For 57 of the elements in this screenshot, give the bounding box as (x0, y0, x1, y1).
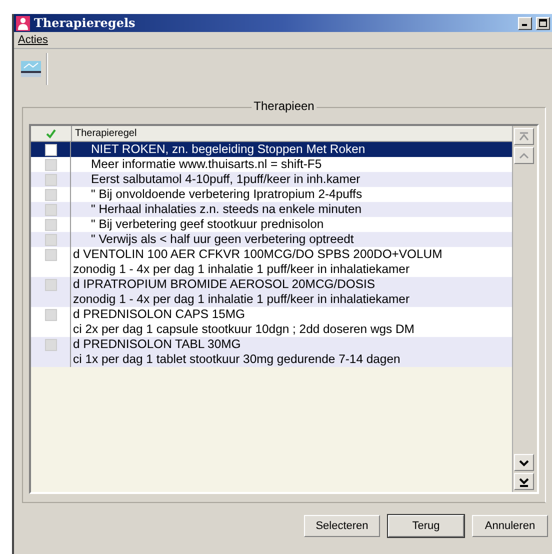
scroll-up-button[interactable] (514, 147, 534, 164)
table-cell: NIET ROKEN, zn. begeleiding Stoppen Met Roken (91, 142, 366, 157)
checkbox[interactable] (44, 159, 56, 171)
table-row[interactable]: Meer informatie www.thuisarts.nl = shift-F5 (31, 157, 512, 172)
table-row[interactable]: " Herhaal inhalaties z.n. steeds na enkele minuten (31, 202, 512, 217)
chevron-up-icon (519, 150, 529, 160)
table-cell: Eerst salbutamol 4-10puff, 1puff/keer in inh.kamer (91, 172, 360, 187)
table-cell: ci 2x per dag 1 capsule stootkuur 10dgn ; 2dd doseren wgs DM (73, 322, 414, 337)
table-cell-text: d PREDNISOLON CAPS 15MG (73, 307, 246, 322)
dialog-button[interactable]: Annuleren (472, 515, 548, 537)
table-cell: ci 1x per dag 1 tablet stootkuur 30mg gedurende 7-14 dagen (73, 352, 400, 367)
scroll-bottom-icon (519, 476, 529, 486)
chart-icon (20, 60, 42, 78)
scroll-top-button[interactable] (514, 128, 534, 145)
table-cell: d VENTOLIN 100 AER CFKVR 100MCG/DO SPBS 200DO+VOLUM (73, 247, 442, 262)
table-cell-text: d PREDNISOLON TABL 30MG (73, 337, 242, 352)
table-row[interactable]: NIET ROKEN, zn. begeleiding Stoppen Met Roken (31, 142, 512, 157)
table-cell: zonodig 1 - 4x per dag 1 inhalatie 1 puff/keer in inhalatiekamer (73, 292, 410, 307)
maximize-button[interactable] (536, 16, 550, 30)
menu-item[interactable]: Acties (18, 34, 48, 46)
table-cell: " Bij verbetering geef stootkuur prednisolon (91, 217, 324, 232)
table-row[interactable]: Eerst salbutamol 4-10puff, 1puff/keer in inh.kamer (31, 172, 512, 187)
checkbox[interactable] (44, 234, 56, 246)
column-header[interactable]: Therapieregel (72, 126, 137, 141)
checkmark-icon (46, 128, 56, 138)
scroll-bottom-button[interactable] (514, 473, 534, 490)
maximize-icon (539, 19, 547, 27)
table-row[interactable]: " Verwijs als < half uur geen verbetering optreedt (31, 232, 512, 247)
scroll-down-button[interactable] (514, 454, 534, 471)
chevron-down-icon (519, 458, 529, 468)
checkbox[interactable] (44, 174, 56, 186)
scrollbar[interactable] (512, 126, 537, 492)
checkbox[interactable] (44, 249, 56, 261)
checkbox[interactable] (44, 204, 56, 216)
table-cell: " Verwijs als < half uur geen verbetering optreedt (91, 232, 354, 247)
table-cell: " Bij onvoldoende verbetering Ipratropium 2-4puffs (91, 187, 362, 202)
dialog-button[interactable]: Selecteren (304, 515, 380, 537)
checkbox[interactable] (44, 189, 56, 201)
table-cell: " Herhaal inhalaties z.n. steeds na enkele minuten (91, 202, 362, 217)
table-row[interactable]: " Bij verbetering geef stootkuur prednisolon (31, 217, 512, 232)
table-cell-text: d IPRATROPIUM BROMIDE AEROSOL 20MCG/DOSIS (73, 277, 376, 292)
checkbox[interactable] (44, 219, 56, 231)
checkbox[interactable] (44, 279, 56, 291)
person-icon (16, 16, 30, 30)
toolbar-button[interactable] (20, 60, 42, 78)
table-cell: Meer informatie www.thuisarts.nl = shift-F5 (91, 157, 322, 172)
dialog-button[interactable]: Terug (388, 515, 464, 537)
group-title: Therapieen (252, 99, 316, 113)
checkbox[interactable] (44, 144, 56, 156)
scroll-top-icon (519, 132, 529, 142)
table-row[interactable]: " Bij onvoldoende verbetering Ipratropium 2-4puffs (31, 187, 512, 202)
table-cell-text: zonodig 1 - 4x per dag 1 inhalatie 1 puff/keer in inhalatiekamer (73, 262, 411, 277)
window-title: Therapieregels (34, 16, 136, 30)
checkbox[interactable] (44, 339, 56, 351)
table-row[interactable]: d PREDNISOLON TABL 30MG ci 1x per dag 1 tablet stootkuur 30mg gedurende 7-14 dagen (31, 337, 512, 367)
minimize-button[interactable] (518, 16, 532, 30)
checkbox[interactable] (44, 309, 56, 321)
